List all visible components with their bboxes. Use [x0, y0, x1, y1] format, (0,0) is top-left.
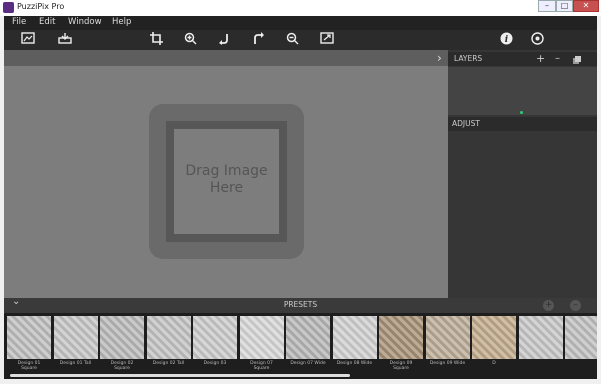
rotate-right-icon[interactable]: [250, 32, 266, 48]
preset-label: D: [492, 361, 496, 366]
svg-text:i: i: [504, 35, 508, 45]
presets-scrollbar[interactable]: [4, 372, 597, 379]
close-button[interactable]: ✕: [573, 0, 599, 12]
presets-bar: ⌄ PRESETS + –: [4, 296, 597, 313]
preset-thumbnail[interactable]: [332, 316, 377, 359]
image-canvas[interactable]: Drag Image Here: [4, 50, 448, 298]
duplicate-layer-icon[interactable]: [575, 56, 581, 62]
info-icon[interactable]: i: [498, 32, 514, 48]
menu-edit[interactable]: Edit: [39, 17, 55, 27]
maximize-button[interactable]: □: [556, 0, 573, 12]
presets-title: PRESETS: [283, 300, 318, 309]
canvas-header: [4, 50, 448, 66]
presets-strip: Design 01 Square Design 01 Tall Design 02 …: [4, 313, 597, 372]
preset-label: Design 02 Square: [110, 361, 134, 371]
minimize-button[interactable]: –: [538, 0, 556, 12]
app-logo-icon: [3, 2, 14, 13]
menu-file[interactable]: File: [12, 17, 26, 27]
preset-label: Design 02 Tall: [152, 361, 185, 366]
preset-thumbnail[interactable]: [425, 316, 470, 359]
menu-help[interactable]: Help: [112, 17, 131, 27]
title-bar: PuzziPix Pro – □ ✕: [0, 0, 601, 16]
preset-label: Design 01 Tall: [59, 361, 92, 366]
rotate-left-icon[interactable]: [216, 32, 232, 48]
zoom-in-icon[interactable]: [182, 32, 198, 48]
preset-thumbnail[interactable]: [472, 316, 516, 359]
adjust-header: ADJUST: [448, 117, 597, 131]
preset-label: Design 09 Wide: [429, 361, 466, 366]
drop-zone-label: Drag Image Here: [185, 163, 268, 196]
preset-thumbnail[interactable]: [100, 316, 144, 359]
layers-list[interactable]: [448, 67, 597, 115]
menu-window[interactable]: Window: [68, 17, 102, 27]
settings-icon[interactable]: [529, 32, 545, 48]
crop-icon[interactable]: [148, 32, 164, 48]
preset-thumbnail[interactable]: [379, 316, 423, 359]
export-icon[interactable]: [319, 32, 335, 48]
preset-thumbnail[interactable]: [239, 316, 284, 359]
preset-label: Design 03: [203, 361, 227, 366]
preset-thumbnail[interactable]: [7, 316, 51, 359]
preset-label: Design 09 Square: [389, 361, 413, 371]
scrollbar-thumb[interactable]: [10, 374, 350, 377]
panel-divider-handle[interactable]: [520, 111, 523, 114]
drop-zone-inner: Drag Image Here: [174, 129, 279, 234]
add-layer-button[interactable]: +: [536, 52, 545, 66]
toolbar: i: [4, 30, 597, 50]
drop-zone-frame: Drag Image Here: [166, 121, 287, 242]
window-title: PuzziPix Pro: [17, 2, 65, 11]
side-panel: › LAYERS + – ADJUST: [437, 50, 597, 298]
preset-thumbnail[interactable]: [565, 316, 597, 359]
add-preset-button[interactable]: +: [543, 300, 554, 311]
preset-thumbnail[interactable]: [53, 316, 98, 359]
drop-zone[interactable]: Drag Image Here: [149, 104, 304, 259]
app-window: PuzziPix Pro – □ ✕ File Edit Window Help: [0, 0, 601, 384]
layers-title: LAYERS: [454, 54, 483, 63]
preset-thumbnail[interactable]: [146, 316, 191, 359]
preset-thumbnail[interactable]: [286, 316, 330, 359]
preset-label: Design 01 Square: [17, 361, 41, 371]
collapse-panel-icon[interactable]: ›: [437, 51, 442, 65]
layers-header: LAYERS + –: [448, 52, 597, 66]
preset-thumbnail[interactable]: [518, 316, 563, 359]
zoom-out-icon[interactable]: [284, 32, 300, 48]
open-image-icon[interactable]: [20, 32, 36, 48]
preset-label: Design 08 Wide: [336, 361, 373, 366]
adjust-title: ADJUST: [452, 119, 480, 128]
preset-thumbnail[interactable]: [193, 316, 237, 359]
remove-preset-button[interactable]: –: [570, 300, 581, 311]
preset-label: Design 07 Wide: [290, 361, 326, 366]
remove-layer-button[interactable]: –: [555, 52, 560, 66]
preset-label: Design 07 Square: [250, 361, 273, 371]
save-icon[interactable]: [57, 32, 73, 48]
menu-bar: File Edit Window Help: [4, 16, 597, 30]
